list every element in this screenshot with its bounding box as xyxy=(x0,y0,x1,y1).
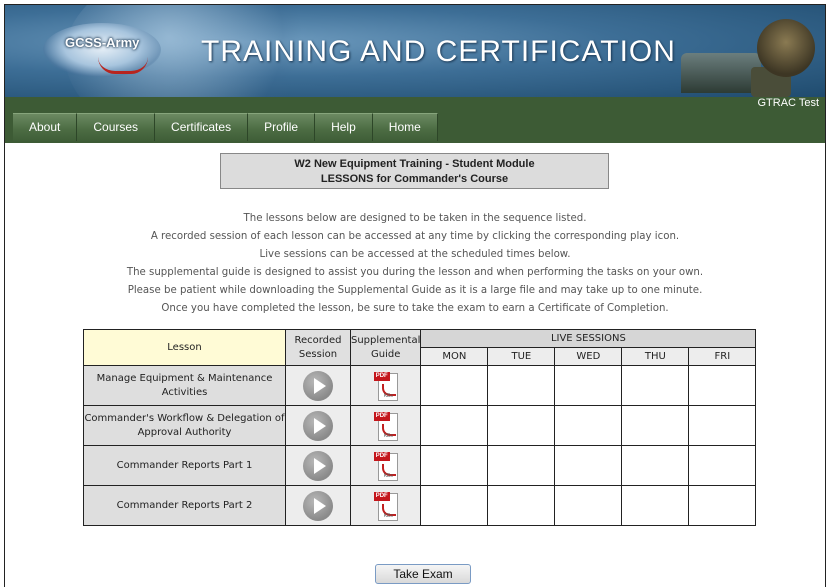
play-icon[interactable] xyxy=(303,410,333,441)
take-exam-button[interactable]: Take Exam xyxy=(375,564,471,584)
gcss-army-logo[interactable]: GCSS-Army xyxy=(43,23,163,79)
live-session-thu xyxy=(621,485,690,526)
live-session-fri xyxy=(688,445,757,486)
live-session-fri xyxy=(688,365,757,406)
lessons-table: Lesson Recorded Session Supplemental Gui… xyxy=(83,329,757,526)
user-label: GTRAC Test xyxy=(757,97,819,109)
play-icon[interactable] xyxy=(303,370,333,401)
nav-item-home[interactable]: Home xyxy=(372,113,438,141)
intro-line: A recorded session of each lesson can be… xyxy=(150,231,680,242)
nav-item-about[interactable]: About xyxy=(13,113,78,141)
lesson-name: Commander Reports Part 2 xyxy=(83,485,286,526)
supplemental-guide-cell: PDF KBs xyxy=(349,365,422,406)
header-day-fri: FRI xyxy=(688,347,757,366)
intro-line: Live sessions can be accessed at the sch… xyxy=(259,249,571,260)
play-icon[interactable] xyxy=(303,490,333,521)
logo-text: GCSS-Army xyxy=(65,35,140,50)
live-session-fri xyxy=(688,405,757,446)
nav-item-certificates[interactable]: Certificates xyxy=(155,113,249,141)
live-session-tue xyxy=(487,405,556,446)
header-day-mon: MON xyxy=(420,347,489,366)
lesson-name: Manage Equipment & Maintenance Activitie… xyxy=(83,365,286,406)
table-row: Commander Reports Part 2 PDF KBs xyxy=(83,485,757,526)
soldier-collage-image xyxy=(671,13,821,97)
main-nav: About Courses Certificates Profile Help … xyxy=(13,113,438,141)
intro-text: The lessons below are designed to be tak… xyxy=(5,210,825,318)
recorded-session-cell xyxy=(285,445,351,486)
nav-item-help[interactable]: Help xyxy=(315,113,373,141)
pdf-icon[interactable]: PDF KBs xyxy=(373,410,398,442)
supplemental-guide-cell: PDF KBs xyxy=(349,445,422,486)
supplemental-guide-cell: PDF KBs xyxy=(349,405,422,446)
collage-vehicle xyxy=(681,53,761,93)
recorded-session-cell xyxy=(285,365,351,406)
header-day-tue: TUE xyxy=(487,347,556,366)
live-session-tue xyxy=(487,365,556,406)
nav-item-courses[interactable]: Courses xyxy=(77,113,156,141)
intro-line: Once you have completed the lesson, be s… xyxy=(161,303,669,314)
intro-line: Please be patient while downloading the … xyxy=(127,285,703,296)
lesson-name: Commander's Workflow & Delegation of App… xyxy=(83,405,286,446)
table-row: Commander's Workflow & Delegation of App… xyxy=(83,405,757,446)
header-day-thu: THU xyxy=(621,347,690,366)
module-subtitle: LESSONS for Commander's Course xyxy=(320,173,509,185)
live-session-thu xyxy=(621,365,690,406)
banner-title: TRAINING AND CERTIFICATION xyxy=(201,35,676,68)
live-session-tue xyxy=(487,445,556,486)
live-session-wed xyxy=(554,485,623,526)
live-session-wed xyxy=(554,445,623,486)
recorded-session-cell xyxy=(285,485,351,526)
module-title: W2 New Equipment Training - Student Modu… xyxy=(294,158,535,170)
browser-frame: GCSS-Army TRAINING AND CERTIFICATION GTR… xyxy=(4,4,826,587)
header-live-sessions: LIVE SESSIONS xyxy=(420,329,757,348)
header-recorded-session: Recorded Session xyxy=(285,329,351,366)
logo-swoosh xyxy=(98,57,148,74)
live-session-mon xyxy=(420,365,489,406)
live-session-mon xyxy=(420,485,489,526)
lesson-name: Commander Reports Part 1 xyxy=(83,445,286,486)
live-session-mon xyxy=(420,445,489,486)
live-session-thu xyxy=(621,445,690,486)
table-row: Manage Equipment & Maintenance Activitie… xyxy=(83,365,757,406)
nav-item-profile[interactable]: Profile xyxy=(248,113,316,141)
module-title-box: W2 New Equipment Training - Student Modu… xyxy=(220,153,609,189)
header-supplemental-guide: Supplemental Guide xyxy=(349,329,422,366)
live-session-thu xyxy=(621,405,690,446)
recorded-session-cell xyxy=(285,405,351,446)
live-session-mon xyxy=(420,405,489,446)
pdf-icon[interactable]: PDF KBs xyxy=(373,490,398,522)
table-row: Commander Reports Part 1 PDF KBs xyxy=(83,445,757,486)
live-session-wed xyxy=(554,365,623,406)
supplemental-guide-cell: PDF KBs xyxy=(349,485,422,526)
intro-line: The supplemental guide is designed to as… xyxy=(126,267,704,278)
main-content: W2 New Equipment Training - Student Modu… xyxy=(5,143,825,587)
live-session-tue xyxy=(487,485,556,526)
header-day-wed: WED xyxy=(554,347,623,366)
collage-soldiers xyxy=(757,19,815,77)
live-session-wed xyxy=(554,405,623,446)
header-lesson: Lesson xyxy=(83,329,286,366)
pdf-icon[interactable]: PDF KBs xyxy=(373,370,398,402)
live-session-fri xyxy=(688,485,757,526)
banner: GCSS-Army TRAINING AND CERTIFICATION xyxy=(5,5,825,97)
intro-line: The lessons below are designed to be tak… xyxy=(243,213,587,224)
pdf-icon[interactable]: PDF KBs xyxy=(373,450,398,482)
play-icon[interactable] xyxy=(303,450,333,481)
